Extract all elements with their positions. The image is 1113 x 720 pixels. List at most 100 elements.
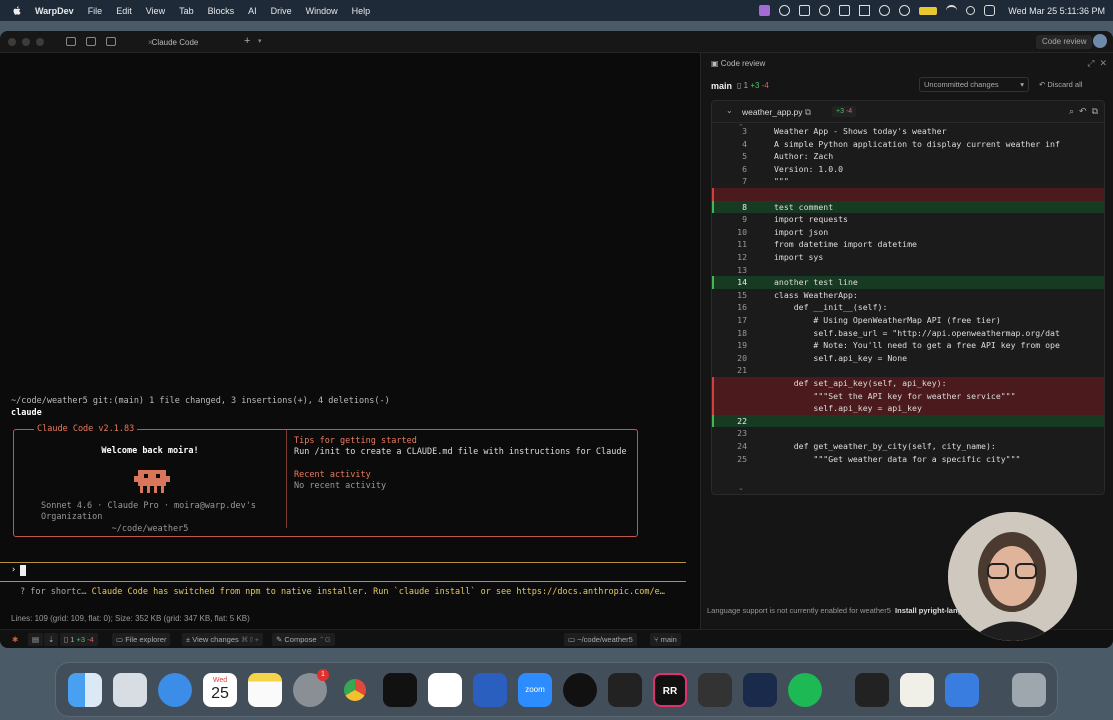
diff-line-removed[interactable] (712, 188, 1104, 201)
safari-icon[interactable] (158, 673, 192, 707)
code-review-button[interactable]: Code review (1036, 35, 1093, 49)
copy-icon[interactable]: ⧉ (805, 107, 811, 117)
diff-counts[interactable]: ▯ 1 +3 -4 (60, 633, 98, 646)
screen-record-icon[interactable] (759, 5, 771, 16)
menu-drive[interactable]: Drive (271, 6, 292, 16)
menu-ai[interactable]: AI (248, 6, 257, 16)
status-app-icon[interactable] (819, 5, 831, 16)
app-menu-warpdev[interactable]: WarpDev (35, 6, 74, 16)
code-line[interactable]: 9 import requests (712, 213, 1104, 226)
launchpad-icon[interactable] (113, 673, 147, 707)
diff-line-added[interactable]: 22 (712, 414, 1104, 428)
spotify-icon[interactable] (788, 673, 822, 707)
zoom-icon[interactable]: zoom (518, 673, 552, 707)
status-app-icon[interactable] (799, 5, 811, 16)
search-icon[interactable] (966, 6, 976, 15)
diff-line-removed[interactable]: """Set the API key for weather service""… (712, 389, 1104, 403)
menu-blocks[interactable]: Blocks (208, 6, 235, 16)
menu-help[interactable]: Help (352, 6, 371, 16)
code-line[interactable]: 13 (712, 264, 1104, 277)
code-line[interactable]: 4 A simple Python application to display … (712, 138, 1104, 151)
code-line[interactable]: 18 self.base_url = "http://api.openweath… (712, 327, 1104, 340)
finder-icon[interactable] (68, 673, 102, 707)
code-line[interactable]: 16 def __init__(self): (712, 301, 1104, 314)
changes-select[interactable]: Uncommitted changes ▾ (919, 77, 1029, 92)
chrome-icon[interactable] (338, 673, 372, 707)
code-line[interactable]: 11 from datetime import datetime (712, 238, 1104, 251)
play-icon[interactable] (879, 5, 891, 16)
path-chip[interactable]: ▭ ~/code/weather5 (564, 633, 637, 646)
close-tab-icon[interactable]: × (148, 38, 153, 47)
status-app-icon[interactable] (859, 5, 871, 16)
code-line[interactable]: 3 Weather App - Shows today's weather (712, 125, 1104, 138)
code-line[interactable]: 20 self.api_key = None (712, 352, 1104, 365)
close-icon[interactable]: ✕ (1099, 58, 1107, 68)
code-line[interactable]: 23 (712, 427, 1104, 440)
warp-icon[interactable] (608, 673, 642, 707)
grid-icon[interactable] (86, 37, 96, 46)
expand-down-icon[interactable]: ⌄ (738, 484, 744, 492)
menu-view[interactable]: View (146, 6, 165, 16)
input-cursor[interactable] (20, 565, 26, 576)
timer-icon[interactable] (899, 5, 911, 16)
calendar-icon[interactable]: Wed 25 (203, 673, 237, 707)
notes-icon[interactable] (248, 673, 282, 707)
layout-icon[interactable]: ▤ (28, 633, 44, 646)
revert-icon[interactable]: ↶ (1079, 106, 1087, 116)
diff-line-added[interactable]: 8 test comment (712, 200, 1104, 214)
code-line[interactable]: 12 import sys (712, 251, 1104, 264)
terminal-app-icon[interactable] (743, 673, 777, 707)
chevron-down-icon[interactable]: ▾ (258, 37, 262, 45)
code-line[interactable]: 25 """Get weather data for a specific ci… (712, 453, 1104, 466)
diff-line-removed[interactable]: self.api_key = api_key (712, 402, 1104, 415)
cube-app-icon[interactable] (383, 673, 417, 707)
shortcuts-hint[interactable]: ? for shortc… (20, 587, 87, 597)
settings-icon[interactable]: ✱ (8, 633, 22, 646)
code-line[interactable]: 7 """ (712, 175, 1104, 188)
menu-file[interactable]: File (88, 6, 103, 16)
terminal-pane[interactable]: ~/code/weather5 git:(main) 1 file change… (0, 53, 700, 648)
diff-line-added[interactable]: 14 another test line (712, 276, 1104, 289)
open-external-icon[interactable]: ⧉ (1092, 106, 1098, 116)
close-window-button[interactable] (8, 37, 16, 46)
linear-icon[interactable] (563, 673, 597, 707)
sidebar-toggle-icon[interactable] (66, 37, 76, 46)
file-explorer-button[interactable]: ▭ File explorer (112, 633, 171, 646)
trash-icon[interactable] (1012, 673, 1046, 707)
tab-claude-code[interactable]: × Claude Code (110, 31, 240, 53)
code-line[interactable]: 15 class WeatherApp: (712, 289, 1104, 302)
menu-edit[interactable]: Edit (116, 6, 132, 16)
system-settings-icon[interactable]: 1 (293, 669, 329, 707)
code-line[interactable]: 21 (712, 364, 1104, 377)
slack-icon[interactable] (428, 673, 462, 707)
shield-app-icon[interactable] (473, 673, 507, 707)
warp-alt-icon[interactable] (855, 673, 889, 707)
apple-icon[interactable] (11, 5, 23, 17)
battery-icon[interactable] (919, 6, 938, 15)
code-line[interactable]: 24 def get_weather_by_city(self, city_na… (712, 440, 1104, 453)
warp-preview-icon[interactable] (698, 673, 732, 707)
menu-clock[interactable]: Wed Mar 25 5:11:36 PM (1008, 6, 1105, 16)
avatar[interactable] (1093, 34, 1107, 48)
attach-icon[interactable]: ⌕ (1069, 106, 1074, 116)
status-app-icon[interactable] (839, 5, 851, 16)
code-line[interactable]: 17 # Using OpenWeatherMap API (free tier… (712, 314, 1104, 327)
wifi-icon[interactable] (946, 5, 958, 16)
rubymine-icon[interactable]: RR (653, 673, 687, 707)
new-tab-button[interactable]: + (244, 35, 250, 47)
code-line[interactable]: 6 Version: 1.0.0 (712, 163, 1104, 176)
chevron-down-icon[interactable]: ⌄ (726, 106, 733, 115)
branch-chip[interactable]: ⑂ main (650, 633, 681, 646)
code-line[interactable]: 5 Author: Zach (712, 150, 1104, 163)
gear-app-icon[interactable] (945, 673, 979, 707)
menu-window[interactable]: Window (306, 6, 338, 16)
diff-line-removed[interactable]: def set_api_key(self, api_key): (712, 377, 1104, 390)
code-line[interactable]: 19 # Note: You'll need to get a free API… (712, 339, 1104, 352)
compose-button[interactable]: ✎ Compose ⌃G (272, 633, 335, 646)
control-center-icon[interactable] (984, 5, 996, 16)
file-header[interactable]: ⌄ weather_app.py ⧉ +3 -4 ⌕ ↶ ⧉ (712, 101, 1104, 123)
zoom-window-button[interactable] (36, 37, 44, 46)
menu-tab[interactable]: Tab (179, 6, 194, 16)
minimize-window-button[interactable] (22, 37, 30, 46)
discard-all-button[interactable]: ↶ Discard all (1039, 77, 1105, 92)
